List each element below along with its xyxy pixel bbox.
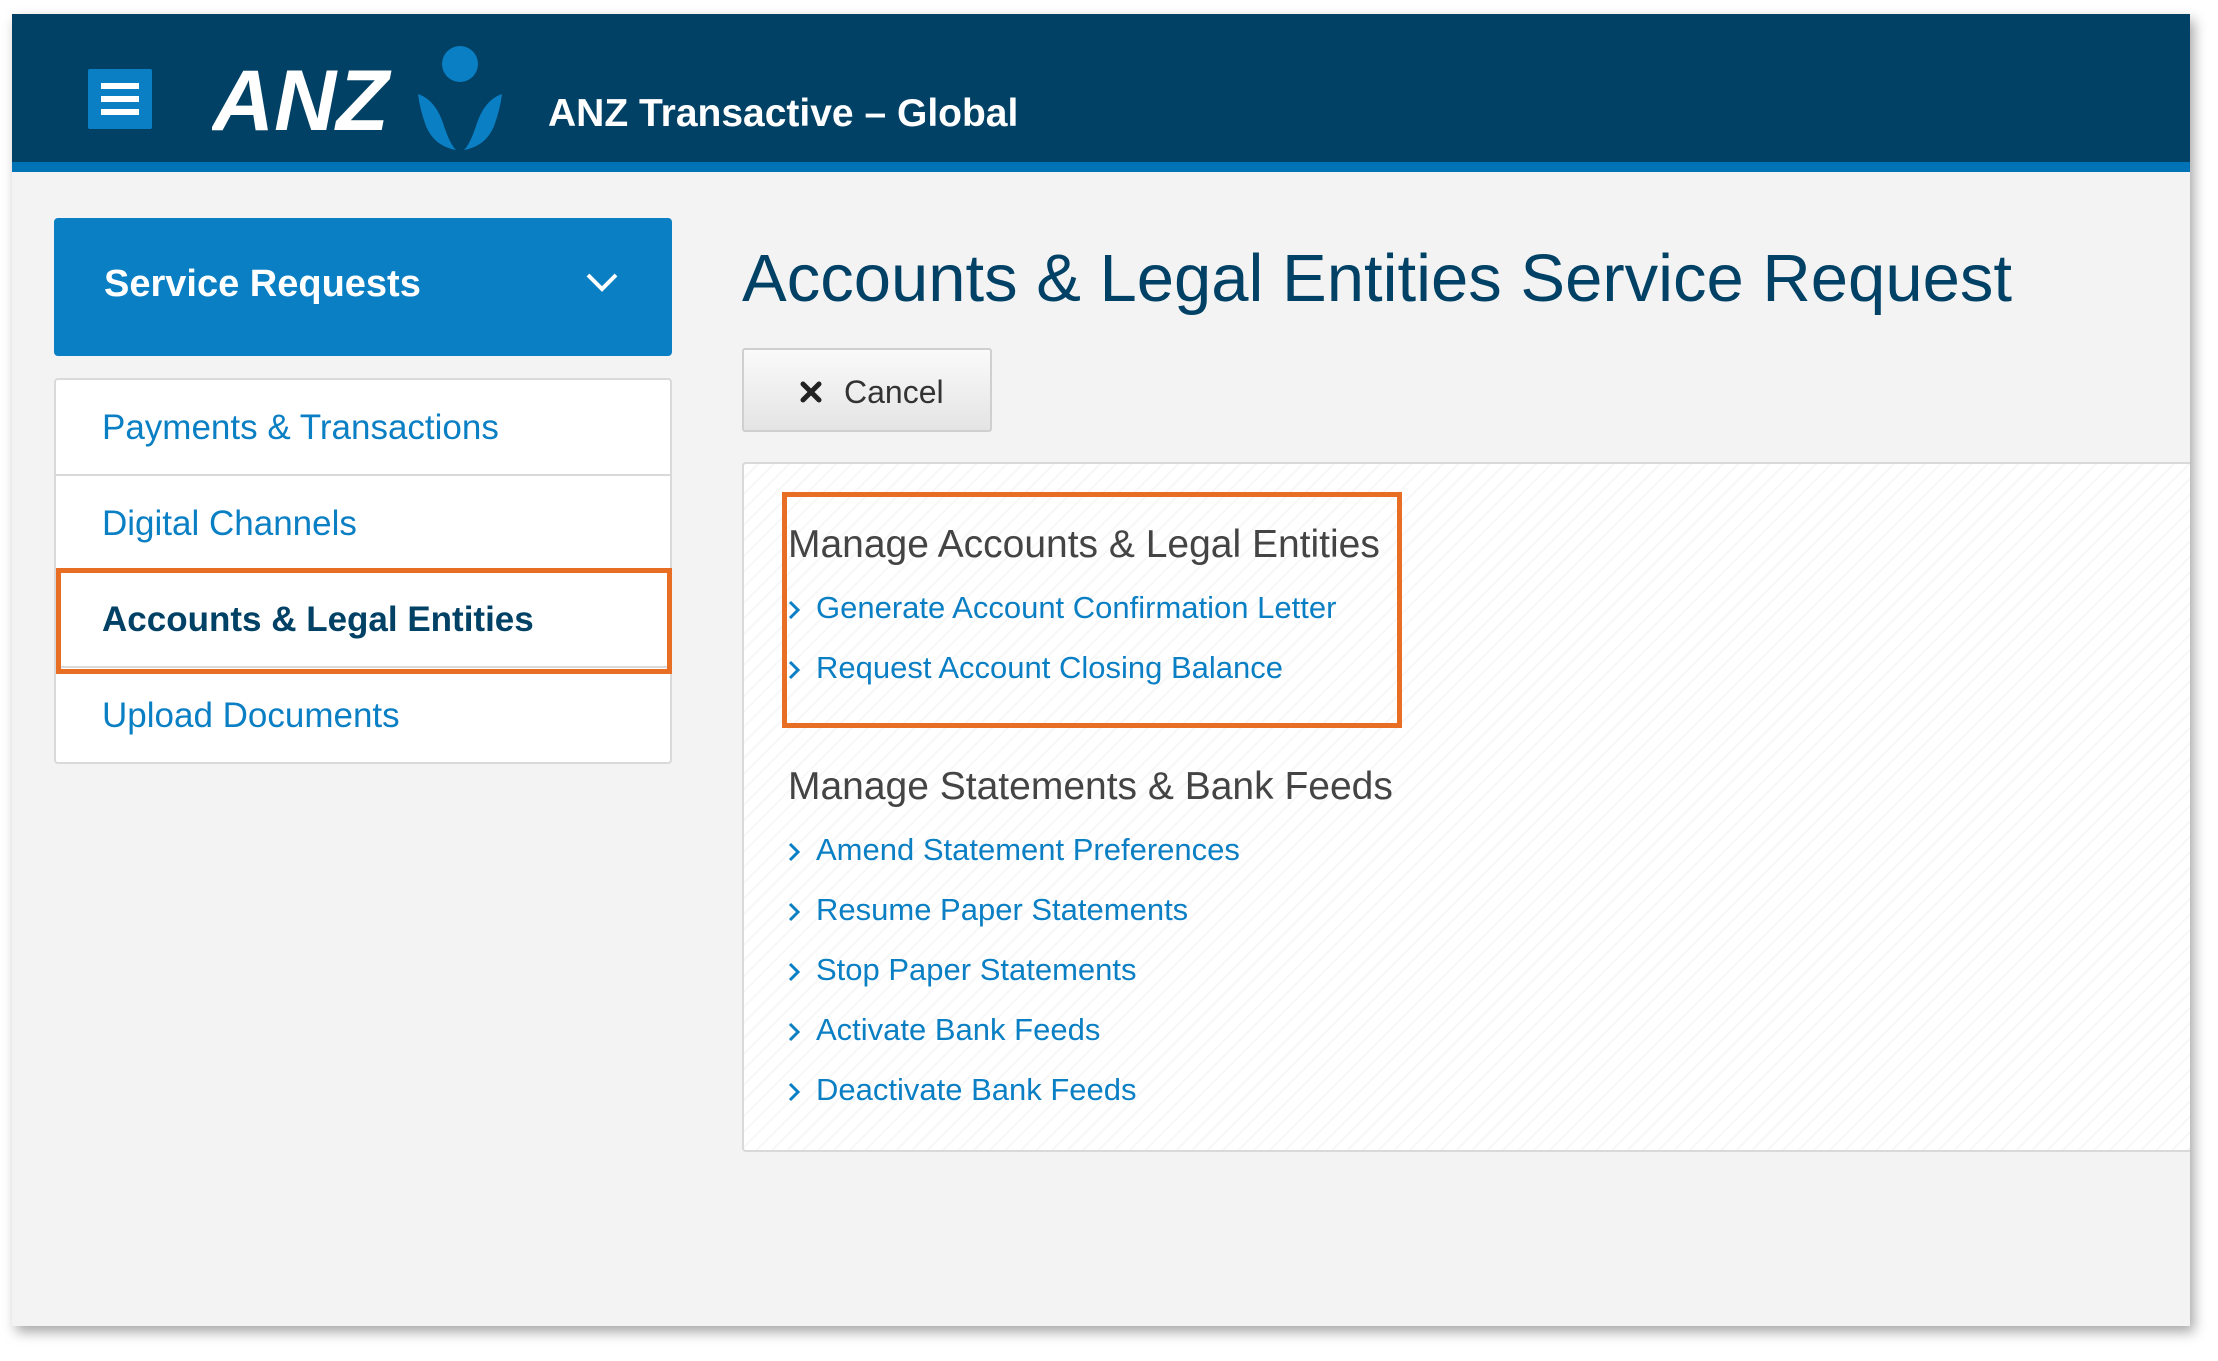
top-header: ANZ ANZ Transactive – Global (12, 14, 2190, 172)
chevron-right-icon (788, 962, 800, 982)
logo-figure-head (442, 46, 478, 82)
sidebar-item-payments-transactions[interactable]: Payments & Transactions (56, 380, 670, 476)
link-stop-paper-statements[interactable]: Stop Paper Statements (788, 942, 1393, 1002)
link-label: Amend Statement Preferences (816, 832, 1240, 867)
link-resume-paper-statements[interactable]: Resume Paper Statements (788, 882, 1393, 942)
chevron-right-icon (788, 842, 800, 862)
cancel-label: Cancel (844, 374, 944, 410)
logo-figure-right (464, 94, 502, 150)
menu-bar (101, 109, 139, 115)
link-label: Activate Bank Feeds (816, 1012, 1101, 1047)
chevron-down-icon (586, 273, 618, 292)
link-deactivate-bank-feeds[interactable]: Deactivate Bank Feeds (788, 1062, 1393, 1122)
section-manage-statements: Manage Statements & Bank Feeds Amend Sta… (788, 762, 1393, 1122)
link-label: Deactivate Bank Feeds (816, 1072, 1137, 1107)
anz-logo[interactable]: ANZ (212, 42, 522, 152)
chevron-right-icon (788, 1082, 800, 1102)
close-icon (800, 381, 822, 403)
anz-logo-text: ANZ (212, 53, 392, 149)
sidebar-item-digital-channels[interactable]: Digital Channels (56, 476, 670, 572)
sidebar-item-label: Payments & Transactions (102, 408, 499, 447)
sidebar-highlight-box (56, 568, 672, 674)
service-requests-dropdown[interactable]: Service Requests (54, 218, 672, 356)
service-requests-title: Service Requests (104, 263, 421, 305)
app-title: ANZ Transactive – Global (548, 92, 1019, 135)
sidebar-item-label: Digital Channels (102, 504, 357, 543)
sidebar-item-label: Upload Documents (102, 696, 400, 735)
menu-bar (101, 96, 139, 102)
section-highlight-box (782, 492, 1402, 728)
hamburger-menu-button[interactable] (88, 69, 152, 129)
link-amend-statement-preferences[interactable]: Amend Statement Preferences (788, 822, 1393, 882)
logo-figure-left (418, 94, 456, 150)
section-title: Manage Statements & Bank Feeds (788, 765, 1393, 808)
chevron-right-icon (788, 902, 800, 922)
sidebar-item-upload-documents[interactable]: Upload Documents (56, 668, 670, 764)
app-window: ANZ ANZ Transactive – Global Service Req… (12, 14, 2190, 1326)
link-label: Resume Paper Statements (816, 892, 1189, 927)
chevron-right-icon (788, 1022, 800, 1042)
page-title: Accounts & Legal Entities Service Reques… (742, 241, 2012, 316)
menu-bar (101, 83, 139, 89)
link-label: Stop Paper Statements (816, 952, 1137, 987)
cancel-button[interactable]: Cancel (742, 348, 992, 432)
link-activate-bank-feeds[interactable]: Activate Bank Feeds (788, 1002, 1393, 1062)
